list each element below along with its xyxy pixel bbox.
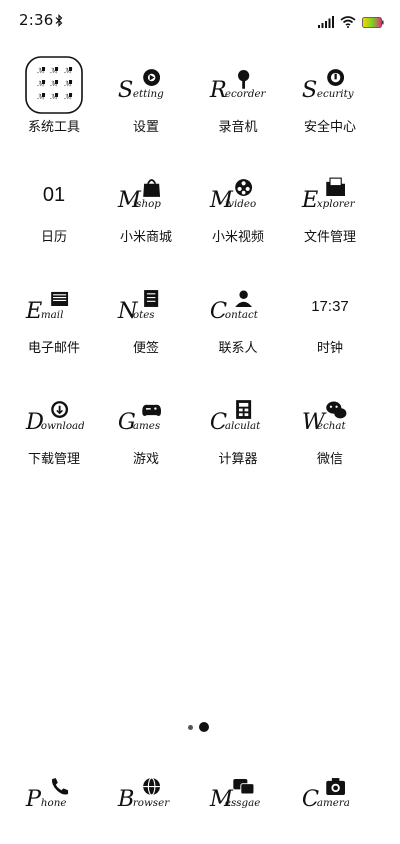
status-bar: 2:36	[0, 0, 400, 40]
explorer-icon: Explorer	[300, 165, 360, 225]
app-label: 时钟	[316, 341, 343, 356]
logo-rest: mail	[41, 309, 64, 321]
settings-icon: Setting	[116, 55, 176, 115]
app-label: 便签	[132, 341, 159, 356]
page-indicator[interactable]	[188, 722, 209, 732]
logo-rest: ecurity	[317, 88, 354, 100]
logo-rest: ontact	[225, 309, 259, 321]
games-icon: Games	[116, 387, 176, 447]
wechat-icon: Wechat	[300, 387, 360, 447]
calendar-icon: 01	[24, 165, 84, 225]
app-wechat[interactable]: Wechat 微信	[284, 387, 376, 487]
logo-rest: essgae	[225, 797, 261, 809]
logo-rest: rowser	[133, 797, 170, 809]
app-security[interactable]: Security 安全中心	[284, 55, 376, 155]
wifi-icon	[340, 13, 356, 32]
app-label: 电子邮件	[27, 341, 80, 356]
app-system-tools-folder[interactable]: ℳ ℳ ℳ ℳ ℳ ℳ ℳ ℳ ℳ 系统工具	[8, 55, 100, 155]
app-label: 小米视频	[211, 230, 264, 245]
app-download[interactable]: Download 下载管理	[8, 387, 100, 487]
notes-icon: Notes	[116, 276, 176, 336]
logo-rest: hone	[41, 797, 67, 809]
app-label: 计算器	[218, 452, 258, 467]
logo-rest: ownload	[41, 420, 84, 432]
logo-rest: amera	[317, 797, 350, 809]
logo-rest: etting	[133, 88, 164, 100]
logo-rest: ecorder	[225, 88, 267, 100]
app-label: 文件管理	[303, 230, 356, 245]
app-label: 设置	[132, 120, 159, 135]
app-explorer[interactable]: Explorer 文件管理	[284, 165, 376, 265]
contact-icon: Contact	[208, 276, 268, 336]
logo-capital: B	[117, 786, 135, 812]
download-icon: Download	[24, 387, 84, 447]
page-dot-2-active[interactable]	[199, 722, 209, 732]
mivideo-icon: Mivideo	[208, 165, 268, 225]
dock-app-camera[interactable]: Camera	[284, 764, 376, 824]
dock: Phone Browser Messgae Camera	[0, 764, 400, 824]
logo-capital: S	[302, 77, 317, 103]
phone-icon: Phone	[24, 764, 84, 824]
logo-rest: ames	[133, 420, 160, 432]
recorder-icon: Recorder	[208, 55, 268, 115]
security-icon: Security	[300, 55, 360, 115]
app-label: 微信	[316, 452, 343, 467]
app-recorder[interactable]: Recorder 录音机	[192, 55, 284, 155]
signal-icon	[318, 13, 334, 32]
app-label: 日历	[40, 230, 67, 245]
app-label: 游戏	[132, 452, 159, 467]
bluetooth-icon	[55, 12, 63, 31]
logo-rest: ishop	[133, 198, 161, 210]
app-label: 小米商城	[119, 230, 172, 245]
app-clock[interactable]: 17:37 时钟	[284, 276, 376, 376]
camera-icon: Camera	[300, 764, 360, 824]
dock-app-message[interactable]: Messgae	[192, 764, 284, 824]
app-calendar[interactable]: 01 日历	[8, 165, 100, 265]
browser-icon: Browser	[116, 764, 176, 824]
page-dot-1[interactable]	[188, 724, 193, 730]
app-label: 录音机	[218, 120, 258, 135]
app-label: 联系人	[218, 341, 258, 356]
logo-capital: P	[25, 786, 42, 812]
app-mivideo[interactable]: Mivideo 小米视频	[192, 165, 284, 265]
app-label: 安全中心	[303, 120, 356, 135]
clock-time: 17:37	[311, 297, 349, 315]
logo-rest: alculat	[225, 420, 261, 432]
mishop-icon: Mishop	[116, 165, 176, 225]
logo-rest: ivideo	[225, 198, 256, 210]
app-mishop[interactable]: Mishop 小米商城	[100, 165, 192, 265]
status-time: 2:36	[19, 11, 54, 29]
calendar-date: 01	[42, 183, 66, 206]
system-tools-folder-icon: ℳℳℳℳℳℳℳℳℳ	[24, 55, 84, 115]
battery-icon	[362, 13, 384, 32]
email-icon: Email	[24, 276, 84, 336]
app-calculator[interactable]: Calculat 计算器	[192, 387, 284, 487]
app-label: 系统工具	[27, 120, 80, 135]
logo-rest: echat	[317, 420, 347, 432]
app-games[interactable]: Games 游戏	[100, 387, 192, 487]
dock-app-browser[interactable]: Browser	[100, 764, 192, 824]
logo-rest: xplorer	[317, 198, 356, 210]
app-notes[interactable]: Notes 便签	[100, 276, 192, 376]
message-icon: Messgae	[208, 764, 268, 824]
app-email[interactable]: Email 电子邮件	[8, 276, 100, 376]
app-settings[interactable]: Setting 设置	[100, 55, 192, 155]
calculator-icon: Calculat	[208, 387, 268, 447]
app-label: 下载管理	[27, 452, 80, 467]
logo-rest: otes	[133, 309, 155, 321]
clock-icon: 17:37	[300, 276, 360, 336]
logo-capital: S	[118, 77, 133, 103]
app-contact[interactable]: Contact 联系人	[192, 276, 284, 376]
dock-app-phone[interactable]: Phone	[8, 764, 100, 824]
